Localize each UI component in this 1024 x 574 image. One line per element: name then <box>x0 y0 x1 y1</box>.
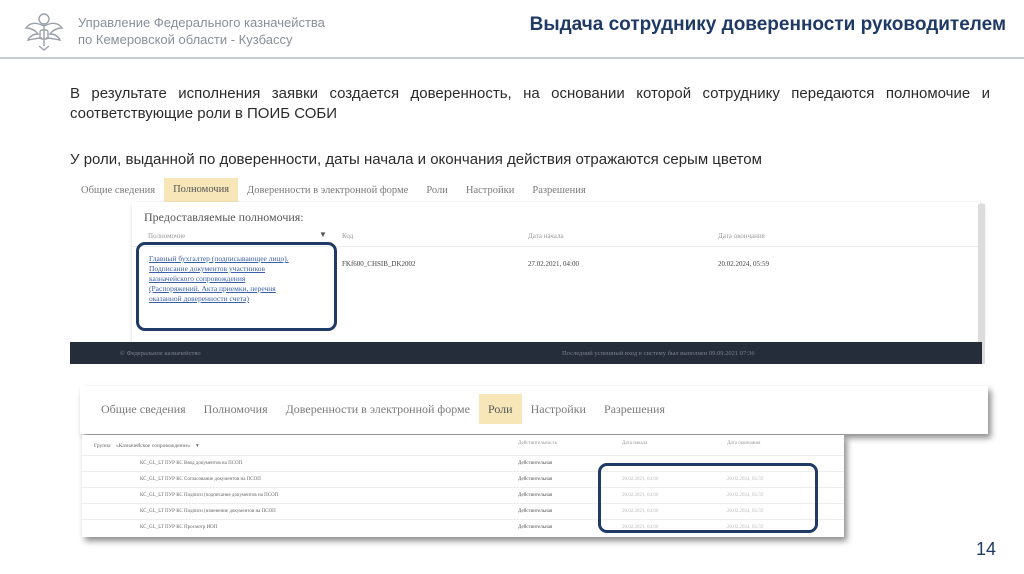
section-title: Предоставляемые полномочия: <box>144 210 304 224</box>
eagle-emblem-icon <box>24 13 64 51</box>
slide-header: Управление Федерального казначейства по … <box>0 0 1024 59</box>
authority-highlight <box>136 242 337 331</box>
tab-roles[interactable]: Роли <box>478 394 522 424</box>
authority-screenshot: Общие сведения Полномочия Доверенности в… <box>70 176 995 364</box>
roles-table-screenshot: Группа «Казначейское сопровождение» ▾ Де… <box>82 435 844 537</box>
authority-tabs: Общие сведения Полномочия Доверенности в… <box>72 178 595 202</box>
column-end: Дата окончания <box>727 441 761 446</box>
column-start: Дата начала <box>622 441 648 446</box>
footer-copyright: © Федеральное казначейство <box>120 350 201 357</box>
chevron-down-icon[interactable]: ▾ <box>196 443 199 449</box>
authority-end-date: 20.02.2024, 05:59 <box>718 260 769 268</box>
description-paragraph: В результате исполнения заявки создается… <box>70 85 990 122</box>
content-panel: Предоставляемые полномочия: Полномочие ▼… <box>132 202 980 342</box>
tab-permissions[interactable]: Разрешения <box>595 402 674 417</box>
tab-e-powers[interactable]: Доверенности в электронной форме <box>238 185 417 196</box>
tab-settings[interactable]: Настройки <box>457 185 523 196</box>
tab-roles[interactable]: Роли <box>417 185 457 196</box>
organization-name: Управление Федерального казначейства по … <box>78 14 325 48</box>
footer-last-login: Последний успешный вход в систему был вы… <box>562 350 755 357</box>
dates-highlight <box>598 463 818 533</box>
authority-start-date: 27.02.2021, 04:00 <box>528 260 579 268</box>
scrollbar[interactable] <box>978 204 985 364</box>
tab-general[interactable]: Общие сведения <box>92 402 195 417</box>
slide-number: 14 <box>975 539 996 559</box>
tab-permissions[interactable]: Разрешения <box>523 185 594 196</box>
column-code: Код <box>342 232 354 240</box>
tab-authorities[interactable]: Полномочия <box>195 402 277 417</box>
tab-e-powers[interactable]: Доверенности в электронной форме <box>277 402 479 417</box>
group-label: Группа «Казначейское сопровождение» ▾ <box>94 443 199 449</box>
note-paragraph: У роли, выданной по доверенности, даты н… <box>70 151 762 168</box>
tab-general[interactable]: Общие сведения <box>72 185 164 196</box>
slide-title: Выдача сотруднику доверенности руководит… <box>529 14 1006 35</box>
roles-tabs-screenshot: Общие сведения Полномочия Доверенности в… <box>80 386 988 434</box>
tab-authorities[interactable]: Полномочия <box>164 178 239 202</box>
tab-settings[interactable]: Настройки <box>522 402 595 417</box>
footer-bar: © Федеральное казначейство Последний усп… <box>70 342 982 364</box>
column-authority[interactable]: Полномочие <box>148 232 185 240</box>
column-start: Дата начала <box>528 232 564 240</box>
org-line-2: по Кемеровской области - Кузбассу <box>78 32 293 47</box>
chevron-down-icon[interactable]: ▼ <box>319 230 327 239</box>
org-line-1: Управление Федерального казначейства <box>78 15 325 30</box>
column-validity: Действительность <box>518 441 557 446</box>
authority-code: FKf600_CHSIB_DK2002 <box>342 260 416 268</box>
column-end: Дата окончания <box>718 232 765 240</box>
roles-tabs: Общие сведения Полномочия Доверенности в… <box>92 394 674 424</box>
